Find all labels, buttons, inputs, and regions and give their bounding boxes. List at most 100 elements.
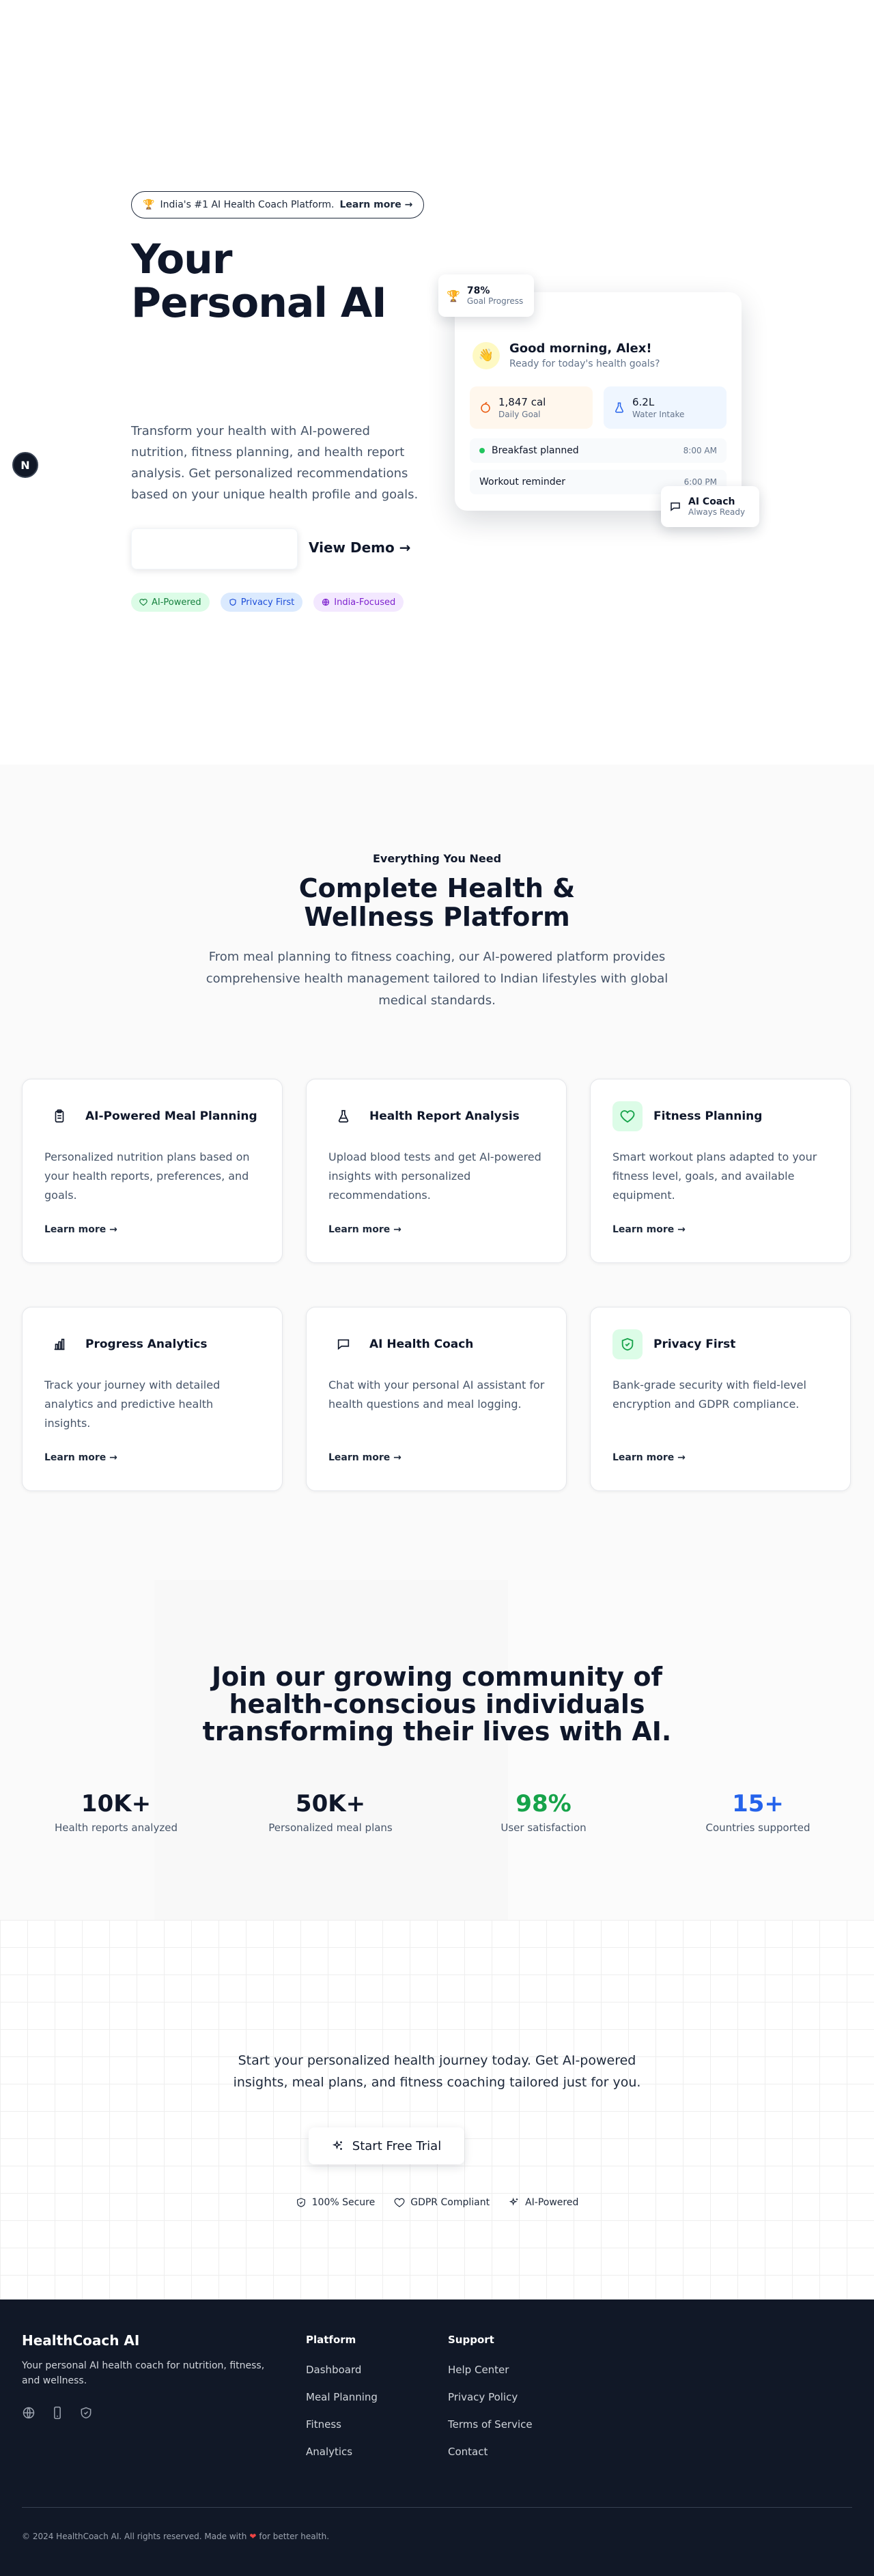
greeting-subtitle: Ready for today's health goals?	[509, 358, 660, 369]
hero-section	[0, 0, 874, 765]
heart-icon: ❤	[249, 2532, 257, 2541]
badge-privacy-first: Privacy First	[220, 593, 303, 612]
sparkles-icon	[332, 2140, 342, 2150]
cta-text: Start your personalized health journey t…	[233, 2053, 641, 2090]
footer-link-meal-planning[interactable]: Meal Planning	[306, 2391, 378, 2403]
feature-description: Track your journey with detailed analyti…	[44, 1378, 221, 1430]
calories-value: 1,847 cal	[498, 396, 546, 408]
copyright-text-end: for better health.	[259, 2532, 330, 2541]
trust-label: AI-Powered	[525, 2197, 579, 2208]
badge-label: Privacy First	[240, 597, 295, 608]
feature-card-ai-coach[interactable]: AI Health Coach Chat with your personal …	[306, 1307, 567, 1491]
calories-stat: 1,847 cal Daily Goal	[470, 386, 593, 429]
apple-icon	[481, 401, 490, 413]
shield-check-icon[interactable]	[79, 2406, 93, 2420]
wave-icon: 👋	[473, 341, 500, 369]
feature-title: Health Report Analysis	[369, 1109, 520, 1123]
cta-section	[0, 1920, 874, 2299]
learn-more-link[interactable]: Learn more →	[612, 1452, 686, 1463]
feature-title: AI-Powered Meal Planning	[85, 1109, 257, 1123]
footer-link-contact[interactable]: Contact	[448, 2446, 533, 2458]
trophy-icon: 🏆	[143, 199, 155, 210]
get-started-button[interactable]	[131, 528, 298, 569]
feature-card-privacy[interactable]: Privacy First Bank-grade security with f…	[590, 1307, 851, 1491]
trust-secure: 100% Secure	[296, 2197, 375, 2208]
feature-description: Smart workout plans adapted to your fitn…	[612, 1150, 817, 1202]
learn-more-link[interactable]: Learn more →	[44, 1224, 117, 1235]
heart-icon	[394, 2198, 405, 2207]
stat-value: 10K+	[81, 1790, 152, 1817]
hero-description: Transform your health with AI-powered nu…	[131, 424, 419, 502]
smartphone-icon[interactable]	[51, 2406, 64, 2420]
globe-icon[interactable]	[22, 2406, 36, 2420]
ai-coach-float[interactable]: AI Coach Always Ready	[661, 486, 759, 527]
trophy-icon: 🏆	[447, 289, 460, 302]
start-free-trial-button[interactable]: Start Free Trial	[309, 2127, 464, 2164]
task-time: 8:00 AM	[683, 446, 717, 455]
globe-icon	[322, 598, 330, 606]
task-label: Workout reminder	[479, 477, 566, 487]
footer-link-help-center[interactable]: Help Center	[448, 2364, 533, 2376]
feature-card-meal-planning[interactable]: AI-Powered Meal Planning Personalized nu…	[22, 1079, 283, 1263]
flask-icon	[328, 1101, 358, 1131]
footer-platform-links: Dashboard Meal Planning Fitness Analytic…	[306, 2364, 378, 2458]
footer-link-privacy-policy[interactable]: Privacy Policy	[448, 2391, 533, 2403]
stat-satisfaction: 98% User satisfaction	[455, 1790, 632, 1834]
view-demo-link[interactable]: View Demo →	[309, 539, 410, 556]
hero-badges: AI-Powered Privacy First India-Focused	[131, 593, 404, 612]
stat-health-reports: 10K+ Health reports analyzed	[27, 1790, 205, 1834]
footer-link-fitness[interactable]: Fitness	[306, 2418, 378, 2431]
footer-divider	[22, 2507, 852, 2508]
goal-progress-value: 78%	[466, 285, 490, 296]
water-label: Water Intake	[632, 410, 685, 419]
footer-link-terms[interactable]: Terms of Service	[448, 2418, 533, 2431]
stat-label: Personalized meal plans	[268, 1822, 393, 1834]
features-title: Complete Health & Wellness Platform	[298, 873, 576, 932]
feature-description: Upload blood tests and get AI-powered in…	[328, 1150, 541, 1202]
stat-label: User satisfaction	[501, 1822, 587, 1834]
announcement-link[interactable]: Learn more →	[340, 199, 413, 210]
learn-more-link[interactable]: Learn more →	[612, 1224, 686, 1235]
learn-more-link[interactable]: Learn more →	[44, 1452, 117, 1463]
trust-badges: 100% Secure GDPR Compliant AI-Powered	[0, 2197, 874, 2208]
feature-card-progress-analytics[interactable]: Progress Analytics Track your journey wi…	[22, 1307, 283, 1491]
sparkles-icon	[509, 2197, 518, 2206]
dashboard-greeting: 👋 Good morning, Alex! Ready for today's …	[473, 341, 660, 369]
feature-card-health-report[interactable]: Health Report Analysis Upload blood test…	[306, 1079, 567, 1263]
badge-label: AI-Powered	[152, 597, 201, 608]
stat-meal-plans: 50K+ Personalized meal plans	[242, 1790, 419, 1834]
heart-icon	[612, 1101, 643, 1131]
hero-title-line1: Your	[131, 236, 232, 283]
coach-title: AI Coach	[688, 496, 735, 507]
clipboard-icon	[44, 1101, 74, 1131]
learn-more-link[interactable]: Learn more →	[328, 1224, 401, 1235]
water-value: 6.2L	[632, 396, 655, 408]
feature-title: Fitness Planning	[653, 1109, 763, 1123]
background-panel	[508, 1580, 874, 1920]
footer-link-analytics[interactable]: Analytics	[306, 2446, 378, 2458]
feature-card-fitness[interactable]: Fitness Planning Smart workout plans ada…	[590, 1079, 851, 1263]
stat-value: 15+	[732, 1790, 784, 1817]
start-free-trial-label: Start Free Trial	[352, 2138, 442, 2153]
hero-title-line2: Personal AI	[131, 279, 387, 327]
announcement-banner[interactable]: 🏆 India's #1 AI Health Coach Platform. L…	[131, 191, 425, 218]
coach-status: Always Ready	[688, 507, 746, 517]
community-title: Join our growing community of health-con…	[202, 1662, 672, 1746]
learn-more-link[interactable]: Learn more →	[328, 1452, 401, 1463]
user-avatar[interactable]: N	[12, 452, 38, 478]
stat-label: Health reports analyzed	[55, 1822, 178, 1834]
feature-description: Chat with your personal AI assistant for…	[328, 1378, 545, 1411]
stat-countries: 15+ Countries supported	[669, 1790, 847, 1834]
shield-check-icon	[296, 2198, 305, 2207]
calories-label: Daily Goal	[498, 410, 541, 419]
community-section	[0, 1580, 874, 1920]
footer-support-heading: Support	[448, 2334, 494, 2346]
footer-copyright: © 2024 HealthCoach AI. All rights reserv…	[22, 2532, 329, 2541]
water-stat: 6.2L Water Intake	[604, 386, 727, 429]
trust-ai: AI-Powered	[509, 2197, 578, 2208]
footer-link-dashboard[interactable]: Dashboard	[306, 2364, 378, 2376]
feature-title: Progress Analytics	[85, 1337, 208, 1351]
footer-brand[interactable]: HealthCoach AI	[22, 2332, 139, 2349]
badge-india-focused: India-Focused	[313, 593, 404, 612]
heart-icon	[139, 599, 147, 606]
